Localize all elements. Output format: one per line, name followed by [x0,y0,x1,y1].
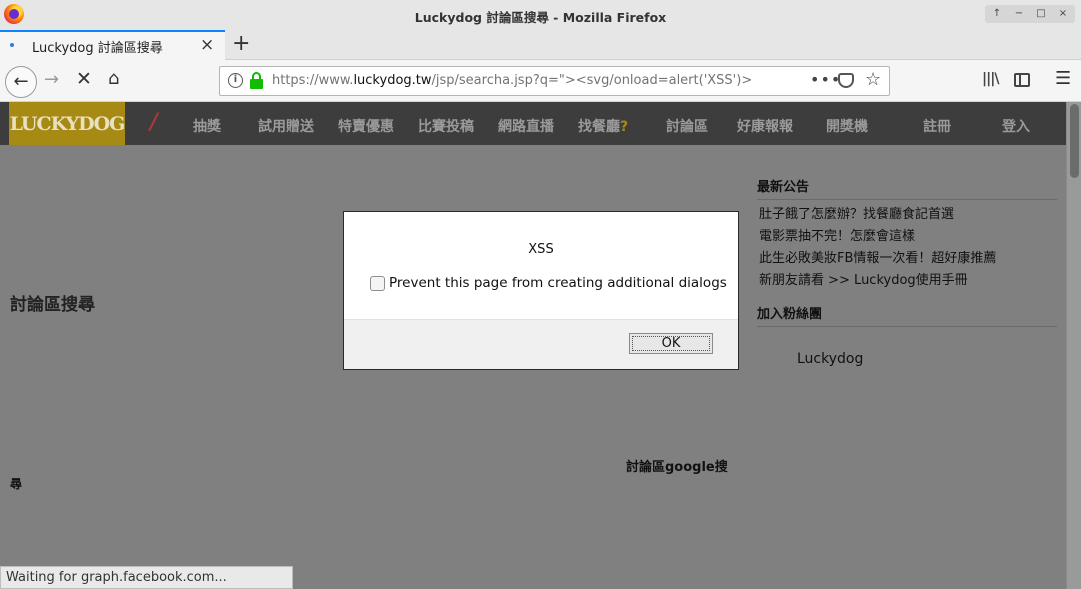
page-title: 討論區搜尋 [10,295,95,315]
nav-login[interactable]: 登入 [1002,116,1030,136]
pocket-icon[interactable] [838,73,854,88]
window-title: Luckydog 討論區搜尋 - Mozilla Firefox [414,10,667,25]
tab-loading-icon [10,43,14,47]
scroll-thumb[interactable] [1070,104,1079,178]
bookmark-star-icon[interactable]: ☆ [865,69,881,90]
window-controls: ↑ − □ × [985,5,1075,23]
tab-title: Luckydog 討論區搜尋 [32,41,163,56]
home-button[interactable]: ⌂ [108,68,119,89]
slash-decoration-icon: / [150,110,159,135]
site-logo[interactable]: LUCKYDOG [9,102,125,145]
alert-dialog: XSS Prevent this page from creating addi… [343,211,739,370]
window-minimize-button[interactable]: − [1009,6,1029,22]
stop-button[interactable]: ✕ [76,68,92,90]
announcement-link[interactable]: 電影票抽不完！怎麼會這樣 [759,225,915,244]
fans-heading: 加入粉絲團 [757,307,823,322]
fan-page-name[interactable]: Luckydog [797,351,863,367]
nav-trial[interactable]: 試用贈送 [258,116,314,136]
divider [757,199,1057,200]
nav-live[interactable]: 網路直播 [498,116,554,136]
nav-contest[interactable]: 比賽投稿 [418,116,474,136]
prevent-dialogs-option[interactable]: Prevent this page from creating addition… [370,275,727,291]
hamburger-menu-icon[interactable]: ☰ [1055,68,1071,89]
nav-forum[interactable]: 討論區 [666,116,708,136]
library-icon[interactable]: |||\ [982,71,999,87]
dialog-message: XSS [528,242,554,257]
tab-strip: Luckydog 討論區搜尋 × + [0,30,1081,60]
nav-draw[interactable]: 開獎機 [826,116,868,136]
announcements-heading: 最新公告 [757,180,810,195]
prevent-dialogs-label[interactable]: Prevent this page from creating addition… [389,275,727,291]
tab-close-icon[interactable]: × [200,35,214,55]
navigation-toolbar: ← → ✕ ⌂ i https://www.luckydog.tw/jsp/se… [0,60,1081,102]
back-button[interactable]: ← [5,66,37,98]
url-bar[interactable]: i https://www.luckydog.tw/jsp/searcha.js… [219,66,890,96]
sidebar-toggle-icon[interactable] [1014,73,1030,87]
prevent-dialogs-checkbox[interactable] [370,275,385,291]
window-maximize-button[interactable]: □ [1031,6,1051,22]
nav-sale[interactable]: 特賣優惠 [338,116,394,136]
nav-register[interactable]: 註冊 [923,116,951,136]
google-search-heading-wrap: 尋 [10,477,23,491]
nav-lottery[interactable]: 抽獎 [193,116,221,136]
url-domain: luckydog.tw [353,73,432,88]
divider [757,326,1057,327]
dialog-footer: OK [344,319,738,369]
lock-icon [250,72,263,89]
window-raise-button[interactable]: ↑ [987,6,1007,22]
tab-luckydog[interactable]: Luckydog 討論區搜尋 × [0,30,225,60]
page-scrollbar[interactable] [1066,102,1081,589]
nav-restaurant[interactable]: 找餐廳? [578,116,628,136]
ok-button[interactable]: OK [629,333,713,354]
status-bar: Waiting for graph.facebook.com... [0,566,293,589]
google-search-heading: 討論區google搜 [626,460,728,475]
page-actions-icon[interactable]: ••• [810,70,841,89]
window-close-button[interactable]: × [1053,6,1073,22]
announcement-link[interactable]: 新朋友請看 >> Luckydog使用手冊 [759,269,968,288]
new-tab-button[interactable]: + [232,31,250,56]
url-text[interactable]: https://www.luckydog.tw/jsp/searcha.jsp?… [272,73,752,88]
announcement-link[interactable]: 此生必敗美妝FB情報一次看！超好康推薦 [759,247,996,266]
forward-button[interactable]: → [44,69,59,90]
window-titlebar: Luckydog 討論區搜尋 - Mozilla Firefox ↑ − □ × [0,0,1081,30]
site-navigation: LUCKYDOG / 抽獎 試用贈送 特賣優惠 比賽投稿 網路直播 找餐廳? 討… [0,102,1066,145]
announcement-link[interactable]: 肚子餓了怎麼辦？找餐廳食記首選 [759,203,954,222]
nav-deals[interactable]: 好康報報 [737,116,793,136]
site-info-icon[interactable]: i [228,73,243,88]
